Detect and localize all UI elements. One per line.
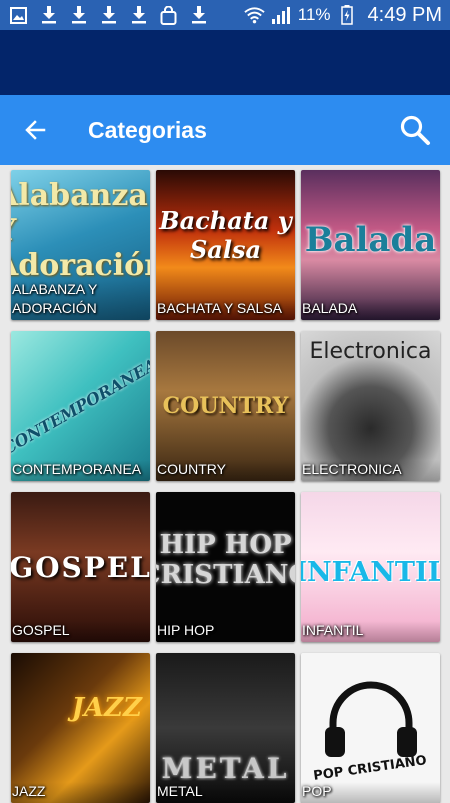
category-tile-alabanza[interactable]: Alabanza Y Adoración ALABANZA Y ADORACIÓ… — [11, 170, 150, 320]
clock: 4:49 PM — [367, 3, 442, 26]
headphones-icon — [324, 681, 417, 757]
category-tile-infantil[interactable]: INFANTIL INFANTIL — [301, 492, 440, 642]
artwork-text: Alabanza Y Adoración — [11, 177, 150, 283]
artwork-text: GOSPEL — [11, 550, 150, 584]
category-label: HIP HOP — [156, 621, 295, 642]
category-artwork: JAZZ — [11, 653, 150, 803]
category-tile-gospel[interactable]: GOSPEL GOSPEL — [11, 492, 150, 642]
app-bar: Categorias — [0, 95, 450, 165]
category-tile-contemporanea[interactable]: CONTEMPORANEA CONTEMPORANEA — [11, 331, 150, 481]
wifi-icon — [244, 5, 265, 26]
page-title: Categorias — [88, 116, 207, 143]
category-artwork: COUNTRY — [156, 331, 295, 481]
category-label: BALADA — [301, 299, 440, 320]
artwork-text: Bachata y Salsa — [159, 206, 292, 264]
category-label: ALABANZA Y ADORACIÓN — [11, 280, 150, 320]
category-artwork: GOSPEL — [11, 492, 150, 642]
search-button[interactable] — [380, 95, 450, 165]
battery-charging-icon — [337, 5, 358, 26]
notification-icons — [8, 5, 209, 26]
artwork-text: METAL — [161, 752, 290, 785]
category-tile-pop[interactable]: POP CRISTIANO POP — [301, 653, 440, 803]
category-grid: Alabanza Y Adoración ALABANZA Y ADORACIÓ… — [11, 170, 440, 803]
category-label: INFANTIL — [301, 621, 440, 642]
category-tile-balada[interactable]: Balada BALADA — [301, 170, 440, 320]
category-label: BACHATA Y SALSA — [156, 299, 295, 320]
category-artwork: CONTEMPORANEA — [11, 331, 150, 481]
category-tile-electronica[interactable]: Electronica ELECTRONICA — [301, 331, 440, 481]
search-icon — [400, 115, 430, 145]
download-icon — [128, 5, 149, 26]
signal-icon — [271, 5, 292, 26]
battery-percent: 11% — [297, 5, 331, 24]
category-tile-jazz[interactable]: JAZZ JAZZ — [11, 653, 150, 803]
category-artwork: POP CRISTIANO — [301, 653, 440, 803]
artwork-text: Balada — [304, 220, 437, 260]
artwork-text: CONTEMPORANEA — [11, 354, 150, 458]
arrow-left-icon — [25, 120, 46, 140]
image-icon — [8, 5, 29, 26]
category-label: COUNTRY — [156, 460, 295, 481]
status-bar: 11% 4:49 PM — [0, 0, 450, 30]
category-artwork: Balada — [301, 170, 440, 320]
artwork-text: INFANTIL — [301, 556, 440, 588]
category-artwork: INFANTIL — [301, 492, 440, 642]
artwork-text: HIP HOP CRISTIANO — [156, 529, 295, 590]
artwork-text: Electronica — [309, 339, 432, 364]
top-banner — [0, 30, 450, 95]
category-label: GOSPEL — [11, 621, 150, 642]
artwork-text: COUNTRY — [162, 393, 289, 419]
category-label: ELECTRONICA — [301, 460, 440, 481]
category-label: CONTEMPORANEA — [11, 460, 150, 481]
download-icon — [38, 5, 59, 26]
download-icon — [68, 5, 89, 26]
back-button[interactable] — [0, 95, 70, 165]
category-tile-metal[interactable]: METAL METAL — [156, 653, 295, 803]
category-tile-hip-hop[interactable]: HIP HOP CRISTIANO HIP HOP — [156, 492, 295, 642]
category-tile-country[interactable]: COUNTRY COUNTRY — [156, 331, 295, 481]
category-artwork: Bachata y Salsa — [156, 170, 295, 320]
download-icon — [98, 5, 119, 26]
download-icon — [188, 5, 209, 26]
category-artwork: Electronica — [301, 331, 440, 481]
shopping-bag-icon — [158, 5, 179, 26]
artwork-text: JAZZ — [71, 693, 142, 723]
category-artwork: HIP HOP CRISTIANO — [156, 492, 295, 642]
category-tile-bachata[interactable]: Bachata y Salsa BACHATA Y SALSA — [156, 170, 295, 320]
category-artwork: METAL — [156, 653, 295, 803]
